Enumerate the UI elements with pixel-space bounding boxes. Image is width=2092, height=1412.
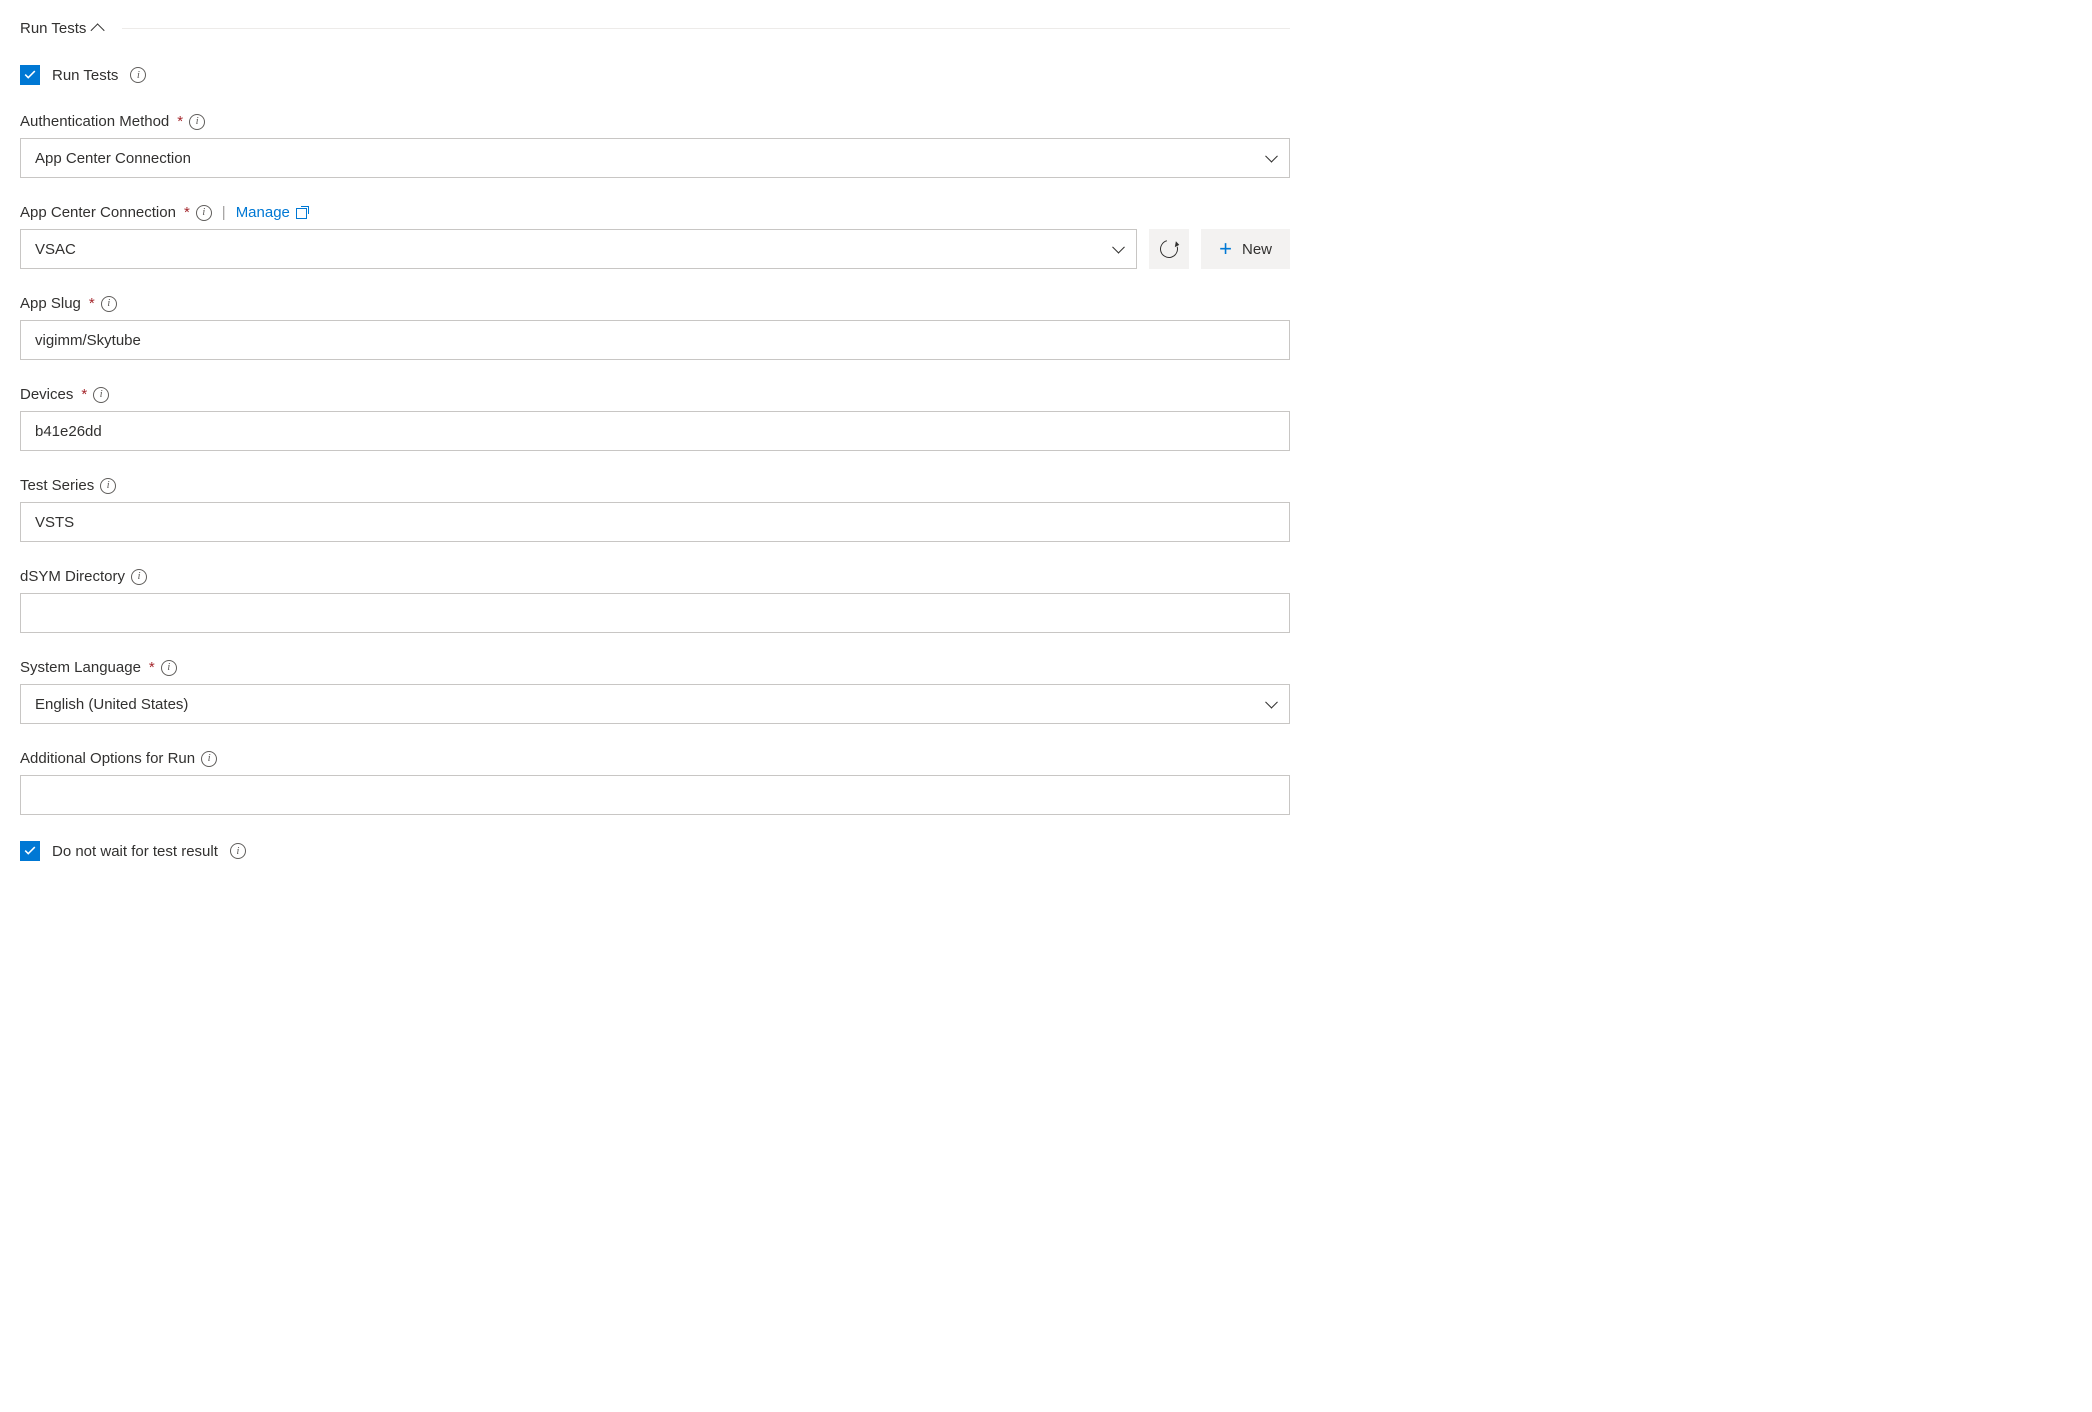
devices-input[interactable] [20,411,1290,451]
manage-link-label: Manage [236,204,290,221]
manage-link[interactable]: Manage [236,204,308,221]
new-button-label: New [1242,241,1272,258]
system-language-field: System Language * i English (United Stat… [20,659,1290,724]
test-series-input[interactable] [20,502,1290,542]
external-link-icon [296,207,308,219]
info-icon[interactable]: i [130,67,146,83]
plus-icon: + [1219,238,1232,260]
devices-field: Devices * i [20,386,1290,451]
app-center-connection-select[interactable]: VSAC [20,229,1137,269]
app-slug-input[interactable] [20,320,1290,360]
section-header[interactable]: Run Tests [20,20,1290,37]
auth-method-select[interactable]: App Center Connection [20,138,1290,178]
refresh-button[interactable] [1149,229,1189,269]
system-language-select[interactable]: English (United States) [20,684,1290,724]
auth-method-value: App Center Connection [35,150,191,167]
dsym-directory-input[interactable] [20,593,1290,633]
test-series-label: Test Series [20,477,94,494]
dsym-directory-field: dSYM Directory i [20,568,1290,633]
devices-label: Devices [20,386,73,403]
app-center-connection-label: App Center Connection [20,204,176,221]
app-center-connection-field: App Center Connection * i | Manage VSAC … [20,204,1290,269]
section-divider [122,28,1290,29]
info-icon[interactable]: i [100,478,116,494]
check-icon [23,68,37,82]
info-icon[interactable]: i [161,660,177,676]
app-slug-field: App Slug * i [20,295,1290,360]
new-button[interactable]: + New [1201,229,1290,269]
info-icon[interactable]: i [131,569,147,585]
do-not-wait-label: Do not wait for test result [52,843,218,860]
additional-options-field: Additional Options for Run i [20,750,1290,815]
run-tests-label: Run Tests [52,67,118,84]
separator: | [222,204,226,221]
do-not-wait-checkbox[interactable] [20,841,40,861]
required-indicator: * [177,113,183,130]
info-icon[interactable]: i [101,296,117,312]
run-tests-checkbox-row: Run Tests i [20,65,1290,85]
do-not-wait-checkbox-row: Do not wait for test result i [20,841,1290,861]
auth-method-field: Authentication Method * i App Center Con… [20,113,1290,178]
dsym-directory-label: dSYM Directory [20,568,125,585]
info-icon[interactable]: i [93,387,109,403]
required-indicator: * [81,386,87,403]
test-series-field: Test Series i [20,477,1290,542]
system-language-label: System Language [20,659,141,676]
info-icon[interactable]: i [230,843,246,859]
chevron-up-icon [91,23,105,37]
run-tests-checkbox[interactable] [20,65,40,85]
app-center-connection-value: VSAC [35,241,76,258]
app-slug-label: App Slug [20,295,81,312]
section-title: Run Tests [20,20,86,37]
system-language-value: English (United States) [35,696,188,713]
check-icon [23,844,37,858]
required-indicator: * [89,295,95,312]
additional-options-label: Additional Options for Run [20,750,195,767]
required-indicator: * [184,204,190,221]
info-icon[interactable]: i [201,751,217,767]
info-icon[interactable]: i [189,114,205,130]
required-indicator: * [149,659,155,676]
info-icon[interactable]: i [196,205,212,221]
auth-method-label: Authentication Method [20,113,169,130]
refresh-icon [1157,237,1182,262]
additional-options-input[interactable] [20,775,1290,815]
